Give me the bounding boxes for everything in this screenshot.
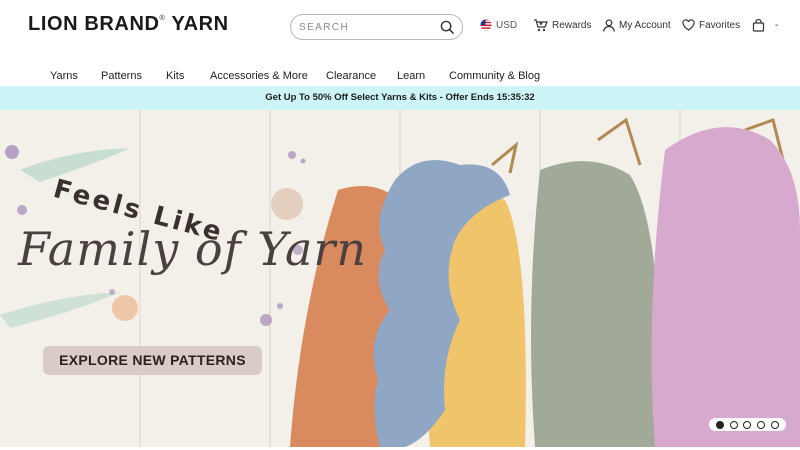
promo-text: Get Up To 50% Off Select Yarns & Kits - … (265, 92, 535, 103)
carousel-dot-2[interactable] (729, 420, 738, 429)
nav-item-clearance[interactable]: Clearance (326, 70, 376, 82)
user-icon (603, 19, 615, 32)
explore-patterns-button[interactable]: EXPLORE NEW PATTERNS (43, 346, 262, 375)
search-icon[interactable] (440, 20, 455, 35)
main-nav: Yarns Patterns Kits Accessories & More C… (0, 70, 800, 86)
shopping-bag-icon (752, 19, 765, 32)
nav-item-community-blog[interactable]: Community & Blog (449, 70, 540, 82)
nav-item-learn[interactable]: Learn (397, 70, 425, 82)
hero-script-title: Family of Yarn (18, 222, 368, 276)
site-header: LION BRAND® YARN USD (0, 0, 800, 58)
rewards-label: Rewards (552, 20, 592, 31)
rewards-link[interactable]: Rewards (533, 19, 591, 32)
nav-item-yarns[interactable]: Yarns (50, 70, 78, 82)
registered-mark: ® (159, 15, 166, 22)
favorites-link[interactable]: Favorites (682, 19, 740, 31)
currency-label: USD (496, 19, 518, 31)
brand-logo[interactable]: LION BRAND® YARN (28, 13, 229, 36)
sweater-green (531, 161, 661, 447)
search-bar (290, 14, 463, 40)
currency-selector[interactable]: USD (480, 19, 517, 31)
nav-item-patterns[interactable]: Patterns (101, 70, 142, 82)
nav-item-kits[interactable]: Kits (166, 70, 184, 82)
carousel-pagination (709, 418, 786, 431)
promo-banner[interactable]: Get Up To 50% Off Select Yarns & Kits - … (0, 86, 800, 110)
carousel-dot-3[interactable] (743, 420, 752, 429)
nav-item-accessories[interactable]: Accessories & More (210, 70, 308, 82)
cart-count: - (775, 20, 779, 31)
search-input[interactable] (299, 19, 439, 36)
carousel-dot-5[interactable] (771, 420, 780, 429)
hero-carousel[interactable]: Feels Like Family of Yarn EXPLORE NEW PA… (0, 110, 800, 447)
sweater-pink (651, 127, 800, 447)
heart-icon (682, 19, 695, 31)
brand-name-yarn: YARN (171, 13, 229, 35)
account-link[interactable]: My Account (603, 19, 671, 32)
carousel-dot-1[interactable] (715, 420, 724, 429)
carousel-dot-4[interactable] (757, 420, 766, 429)
favorites-label: Favorites (699, 19, 741, 31)
brand-name: LION BRAND (28, 13, 160, 35)
account-label: My Account (619, 20, 671, 31)
hero-image (0, 110, 800, 447)
rewards-cart-icon (534, 19, 548, 32)
cart-link[interactable]: - (752, 19, 778, 32)
us-flag-icon (480, 19, 492, 31)
